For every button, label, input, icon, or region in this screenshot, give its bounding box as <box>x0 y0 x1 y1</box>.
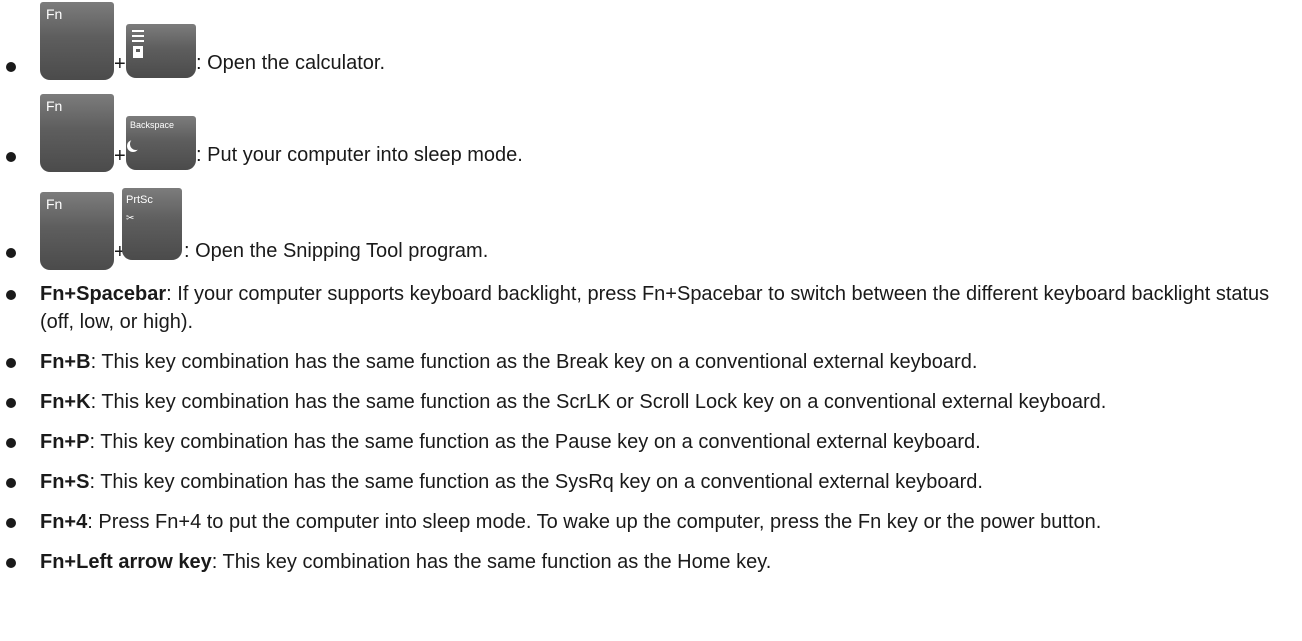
list-item-sleep: Fn + Backspace : Put your computer into … <box>0 86 1302 174</box>
bullet <box>6 438 16 448</box>
list-item: Fn+4: Press Fn+4 to put the computer int… <box>0 508 1302 536</box>
moon-sleep-icon <box>130 138 142 150</box>
calculator-key-image <box>126 24 196 78</box>
bullet <box>6 518 16 528</box>
shortcut-text: : This key combination has the same func… <box>89 431 981 453</box>
plus-sign: + <box>114 145 126 167</box>
shortcut-term: Fn+Spacebar <box>40 283 167 305</box>
list-item: Fn+Left arrow key: This key combination … <box>0 548 1302 576</box>
shortcut-description: : Put your computer into sleep mode. <box>196 144 523 166</box>
fn-key-label: Fn <box>46 6 63 22</box>
shortcut-text: : If your computer supports keyboard bac… <box>40 283 1270 333</box>
bullet <box>6 290 16 300</box>
fn-key-label: Fn <box>46 98 63 114</box>
list-item: Fn+B: This key combination has the same … <box>0 348 1302 376</box>
fn-key-image: Fn <box>40 2 114 80</box>
shortcut-text: : This key combination has the same func… <box>211 551 772 573</box>
calculator-icon <box>132 30 144 58</box>
list-item-snipping: Fn + PrtSc ✂ : Open the Snipping Tool pr… <box>0 178 1302 270</box>
prtsc-key-label: PrtSc <box>126 194 153 206</box>
bullet <box>6 358 16 368</box>
shortcut-text: : This key combination has the same func… <box>90 351 978 373</box>
list-item: Fn+S: This key combination has the same … <box>0 468 1302 496</box>
fn-key-image: Fn <box>40 94 114 172</box>
list-item: Fn+K: This key combination has the same … <box>0 388 1302 416</box>
plus-sign: + <box>114 53 126 75</box>
shortcut-term: Fn+S <box>40 471 90 493</box>
shortcut-text: : This key combination has the same func… <box>89 471 983 493</box>
bullet <box>6 478 16 488</box>
snipping-tool-icon: ✂ <box>126 213 135 224</box>
shortcut-term: Fn+B <box>40 351 91 373</box>
shortcut-term: Fn+P <box>40 431 90 453</box>
list-item-calculator: Fn + : Open the calculator. <box>0 0 1302 80</box>
list-item: Fn+Spacebar: If your computer supports k… <box>0 280 1302 336</box>
backspace-key-image: Backspace <box>126 116 196 170</box>
bullet <box>6 248 16 258</box>
shortcut-list: Fn + : Open the calculator. Fn + Backspa… <box>0 0 1302 576</box>
backspace-key-label: Backspace <box>130 120 175 130</box>
shortcut-term: Fn+Left arrow key <box>40 551 212 573</box>
shortcut-description: : Open the Snipping Tool program. <box>184 240 489 262</box>
shortcut-term: Fn+K <box>40 391 91 413</box>
fn-key-image: Fn <box>40 192 114 270</box>
shortcut-text: : This key combination has the same func… <box>90 391 1107 413</box>
shortcut-description: : Open the calculator. <box>196 52 386 74</box>
prtsc-key-image: PrtSc ✂ <box>122 188 182 260</box>
list-item: Fn+P: This key combination has the same … <box>0 428 1302 456</box>
fn-key-label: Fn <box>46 196 63 212</box>
bullet <box>6 62 16 72</box>
bullet <box>6 558 16 568</box>
shortcut-term: Fn+4 <box>40 511 88 533</box>
shortcut-text: : Press Fn+4 to put the computer into sl… <box>87 511 1102 533</box>
bullet <box>6 398 16 408</box>
bullet <box>6 152 16 162</box>
